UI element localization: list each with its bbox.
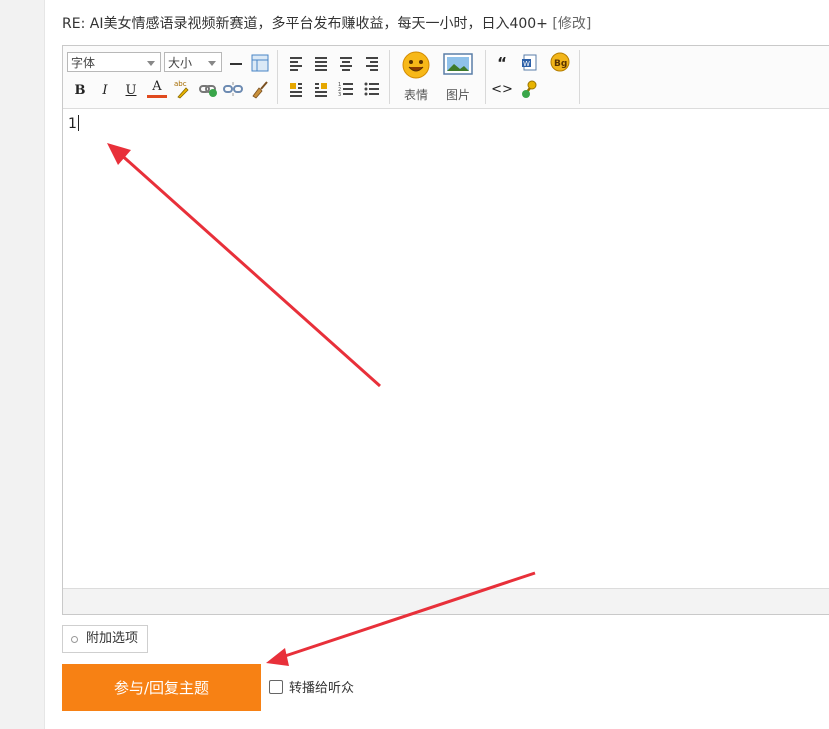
edit-link[interactable]: [修改] [552,16,591,32]
underline-button[interactable]: U [121,80,141,100]
align-center-icon[interactable] [336,53,356,73]
insert-link-icon[interactable] [198,79,218,99]
align-left-icon[interactable] [286,53,306,73]
float-left-icon[interactable] [286,79,306,99]
font-size-select[interactable]: 大小 [164,52,222,72]
clear-format-brush-icon[interactable] [250,79,270,99]
unlink-icon[interactable] [223,79,243,99]
font-color-button[interactable]: A [147,78,167,98]
chevron-down-icon [147,61,155,66]
picture-icon [443,53,473,75]
background-color-icon[interactable]: Bg [550,52,570,72]
circle-bullet-icon [71,635,78,643]
unordered-list-icon[interactable] [362,79,382,99]
text-caret [77,115,79,131]
editor-toolbar: 字体 大小 B I U A abc 1 2 3 表情 图片 “ W Bg <> [63,46,829,109]
attach-options-label: 附加选项 [86,631,139,646]
editor-text: 1 [68,116,77,132]
code-button[interactable]: <> [491,79,513,99]
ordered-list-icon[interactable]: 123 [336,79,356,99]
chevron-down-icon [208,61,216,66]
align-justify-icon[interactable] [311,53,331,73]
attach-options-button[interactable]: 附加选项 [62,625,149,653]
toolbar-divider [277,50,278,104]
smiley-icon [402,51,430,79]
toolbar-divider [485,50,486,104]
relay-label: 转播给听众 [289,681,355,696]
bold-button[interactable]: B [70,80,90,100]
svg-text:W: W [523,60,530,68]
submit-reply-button[interactable]: 参与/回复主题 [62,664,261,711]
relay-to-listeners-option[interactable]: 转播给听众 [269,677,354,696]
left-gutter [0,0,45,729]
svg-text:Bg: Bg [554,59,567,69]
emoji-button[interactable]: 表情 [396,50,436,102]
insert-image-label: 图片 [445,88,470,102]
font-family-select[interactable]: 字体 [67,52,161,72]
editor-content-area[interactable]: 1 [63,109,829,587]
toolbar-divider [389,50,390,104]
rich-text-editor: 字体 大小 B I U A abc 1 2 3 表情 图片 “ W Bg <> … [62,45,829,615]
align-right-icon[interactable] [362,53,382,73]
font-size-select-value: 大小 [168,56,193,70]
toolbar-divider [579,50,580,104]
float-right-icon[interactable] [311,79,331,99]
word-paste-icon[interactable]: W [520,53,540,73]
italic-button[interactable]: I [95,80,115,100]
table-icon[interactable] [250,53,270,73]
svg-text:abc: abc [174,80,187,88]
quote-button[interactable]: “ [492,53,512,73]
thread-title-text: RE: AI美女情感语录视频新赛道，多平台发布赚收益，每天一小时，日入400+ [62,16,548,32]
emoji-button-label: 表情 [403,88,428,102]
svg-text:3: 3 [338,92,341,97]
thread-title: RE: AI美女情感语录视频新赛道，多平台发布赚收益，每天一小时，日入400+ … [62,13,591,33]
key-add-icon[interactable] [520,79,540,99]
horizontal-rule-icon[interactable] [226,53,246,73]
editor-statusbar [63,588,829,614]
relay-checkbox[interactable] [269,679,283,694]
font-family-select-value: 字体 [71,56,96,70]
insert-image-button[interactable]: 图片 [438,50,478,102]
highlight-marker-icon[interactable]: abc [172,79,192,99]
